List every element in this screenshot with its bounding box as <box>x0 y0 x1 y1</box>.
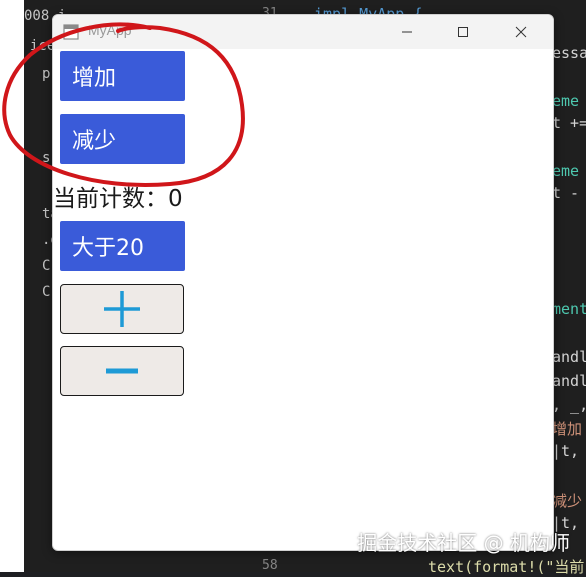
watermark: 掘金技术社区 @ 机构师 <box>357 531 570 555</box>
red-annotation-circle <box>2 22 245 187</box>
